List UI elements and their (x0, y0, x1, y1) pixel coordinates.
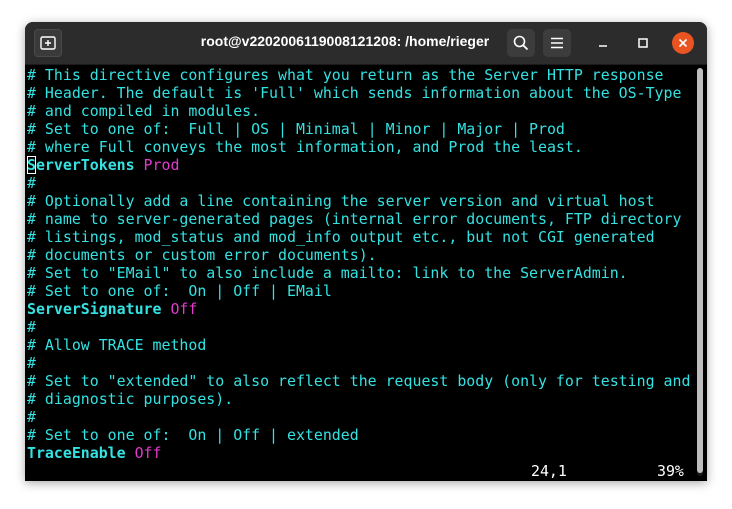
comment-text: # Header. The default is 'Full' which se… (27, 84, 682, 102)
config-directive-line: ServerTokens Prod (27, 156, 179, 174)
terminal-content[interactable]: # This directive configures what you ret… (25, 65, 695, 481)
comment-line: # documents or custom error documents). (27, 246, 377, 264)
hamburger-menu-icon (551, 37, 563, 49)
comment-line: # and compiled in modules. (27, 102, 260, 120)
menu-button[interactable] (543, 29, 571, 57)
config-directive-line: ServerSignature Off (27, 300, 197, 318)
comment-text: # where Full conveys the most informatio… (27, 138, 583, 156)
scrollbar[interactable] (697, 68, 703, 476)
scrollbar-thumb[interactable] (697, 68, 703, 473)
comment-line: # Set to one of: On | Off | EMail (27, 282, 332, 300)
comment-line: # Allow TRACE method (27, 336, 206, 354)
comment-text: # diagnostic purposes). (27, 390, 234, 408)
comment-line: # (27, 408, 36, 426)
new-tab-button[interactable] (34, 29, 62, 57)
directive-value: Off (161, 300, 198, 318)
comment-line: # (27, 354, 36, 372)
comment-line: # diagnostic purposes). (27, 390, 233, 408)
comment-line: # Set to "EMail" to also include a mailt… (27, 264, 628, 282)
minimize-button[interactable] (592, 32, 614, 54)
comment-text: # Set to one of: Full | OS | Minimal | M… (27, 120, 565, 138)
text-cursor: S (27, 156, 36, 174)
comment-text: # (27, 408, 36, 426)
scroll-percent: 39% (657, 462, 684, 480)
comment-line: # listings, mod_status and mod_info outp… (27, 228, 655, 246)
comment-text: # Set to one of: On | Off | EMail (27, 282, 332, 300)
comment-line: # where Full conveys the most informatio… (27, 138, 583, 156)
new-tab-icon (40, 36, 56, 50)
comment-line: # Header. The default is 'Full' which se… (27, 84, 681, 102)
comment-line: # name to server-generated pages (intern… (27, 210, 681, 228)
comment-line: # This directive configures what you ret… (27, 66, 664, 84)
cursor-position: 24,1 (531, 462, 567, 480)
comment-text: # Optionally add a line containing the s… (27, 192, 655, 210)
minimize-icon (599, 45, 607, 47)
search-icon (513, 35, 529, 51)
comment-text: # and compiled in modules. (27, 102, 261, 120)
comment-text: # This directive configures what you ret… (27, 66, 664, 84)
comment-text: # (27, 354, 36, 372)
comment-text: # (27, 318, 36, 336)
config-directive-line: TraceEnable Off (27, 444, 162, 462)
comment-text: # name to server-generated pages (intern… (27, 210, 682, 228)
directive-name: ServerSignature (27, 300, 162, 318)
titlebar: root@v2202006119008121208: /home/rieger (25, 22, 707, 65)
close-icon (678, 38, 688, 48)
comment-line: # Set to one of: Full | OS | Minimal | M… (27, 120, 565, 138)
directive-name: TraceEnable (27, 444, 126, 462)
maximize-button[interactable] (632, 32, 654, 54)
maximize-icon (638, 38, 648, 48)
comment-line: # Set to one of: On | Off | extended (27, 426, 359, 444)
comment-text: # documents or custom error documents). (27, 246, 377, 264)
comment-line: # (27, 318, 36, 336)
comment-text: # listings, mod_status and mod_info outp… (27, 228, 655, 246)
comment-text: # (27, 174, 36, 192)
comment-text: # Allow TRACE method (27, 336, 207, 354)
comment-line: # Optionally add a line containing the s… (27, 192, 655, 210)
comment-line: # (27, 174, 36, 192)
directive-name: erverTokens (35, 156, 135, 174)
comment-text: # Set to "EMail" to also include a mailt… (27, 264, 628, 282)
terminal-window: root@v2202006119008121208: /home/rieger (25, 22, 707, 481)
comment-text: # Set to one of: On | Off | extended (27, 426, 359, 444)
search-button[interactable] (507, 29, 535, 57)
directive-value: Off (125, 444, 162, 462)
comment-text: # Set to "extended" to also reflect the … (27, 372, 691, 390)
directive-value: Prod (134, 156, 180, 174)
window-title: root@v2202006119008121208: /home/rieger (200, 33, 490, 49)
close-button[interactable] (672, 32, 694, 54)
comment-line: # Set to "extended" to also reflect the … (27, 372, 690, 390)
